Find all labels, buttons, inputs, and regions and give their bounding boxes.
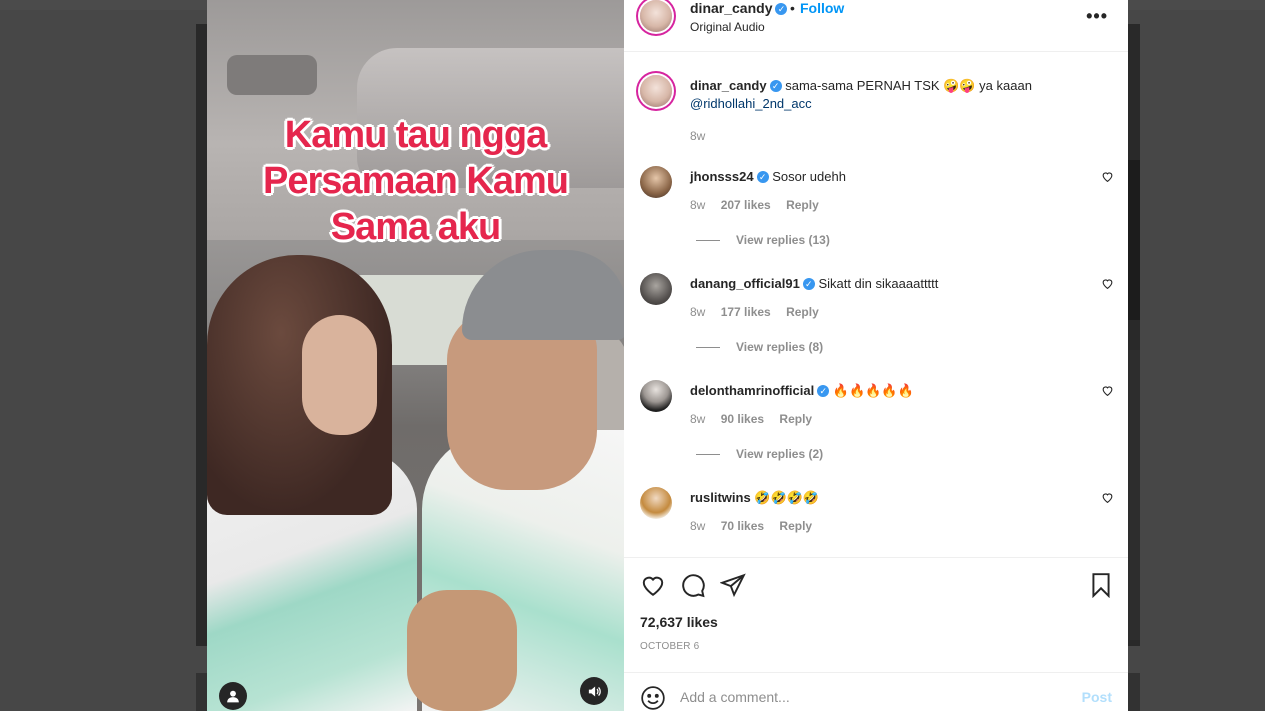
comment-time[interactable]: 8w (690, 305, 705, 319)
caption: dinar_candy ✓ sama-sama PERNAH TSK 🤪🤪 ya … (690, 77, 1090, 113)
comment-reply-button[interactable]: Reply (786, 305, 819, 319)
comment-reply-button[interactable]: Reply (786, 198, 819, 212)
post-date[interactable]: OCTOBER 6 (640, 641, 699, 652)
user-icon (227, 690, 239, 703)
comment-avatar[interactable] (640, 380, 672, 412)
tagged-users-button[interactable] (219, 682, 247, 710)
author-avatar[interactable] (640, 0, 672, 32)
comment-body: Sikatt din sikaaaattttt (818, 276, 939, 291)
heart-icon[interactable] (1101, 277, 1114, 290)
post-actions: 72,637 likes OCTOBER 6 (624, 557, 1128, 672)
follow-button[interactable]: Follow (800, 0, 844, 16)
bookmark-icon[interactable] (1088, 572, 1114, 598)
verified-badge-icon: ✓ (769, 80, 782, 92)
comments-list[interactable]: dinar_candy ✓ sama-sama PERNAH TSK 🤪🤪 ya … (624, 53, 1128, 557)
comment-input[interactable] (680, 685, 1060, 709)
separator-dot: • (790, 0, 795, 16)
video-overlay-text: Kamu tau ngga Persamaan Kamu Sama aku (207, 112, 624, 250)
background-feed-right-image-2 (1128, 350, 1140, 640)
comment-text: jhonsss24 ✓ Sosor udehh (690, 168, 1080, 186)
comment-item: ruslitwins 🤣🤣🤣🤣 8w 70 likes Reply (624, 487, 1128, 557)
likes-count[interactable]: 72,637 likes (640, 614, 718, 630)
caption-author-avatar[interactable] (640, 75, 672, 107)
comment-meta: 8w 70 likes Reply (690, 519, 824, 533)
view-replies-button[interactable]: View replies (2) (696, 447, 823, 461)
like-heart-icon[interactable] (640, 572, 666, 598)
view-replies-button[interactable]: View replies (8) (696, 340, 823, 354)
caption-timestamp[interactable]: 8w (690, 129, 705, 143)
comment-username[interactable]: ruslitwins (690, 490, 751, 505)
more-horizontal-icon[interactable]: ••• (1086, 6, 1108, 27)
comment-meta: 8w 207 likes Reply (690, 198, 831, 212)
author-username-text[interactable]: dinar_candy (690, 0, 772, 16)
comment-username[interactable]: jhonsss24 (690, 169, 754, 184)
comment-likes[interactable]: 177 likes (721, 305, 771, 319)
video-person-left-face (302, 315, 377, 435)
post-comment-button[interactable]: Post (1082, 689, 1112, 705)
comment-username[interactable]: delonthamrinofficial (690, 383, 814, 398)
share-paper-plane-icon[interactable] (720, 572, 746, 598)
heart-icon[interactable] (1101, 491, 1114, 504)
post-video[interactable]: Kamu tau ngga Persamaan Kamu Sama aku (207, 0, 624, 711)
comment-likes[interactable]: 70 likes (721, 519, 764, 533)
view-replies-button[interactable]: View replies (13) (696, 233, 830, 247)
author-username[interactable]: dinar_candy ✓ (690, 0, 788, 16)
heart-icon[interactable] (1101, 384, 1114, 397)
comment-item: jhonsss24 ✓ Sosor udehh 8w 207 likes Repl… (624, 166, 1128, 266)
comment-reply-button[interactable]: Reply (779, 412, 812, 426)
verified-badge-icon: ✓ (756, 171, 769, 183)
post-details-panel: dinar_candy ✓ • Follow Original Audio •••… (624, 0, 1128, 711)
overlay-line: Sama aku (330, 206, 501, 248)
verified-badge-icon: ✓ (817, 385, 830, 397)
comment-body: Sosor udehh (772, 169, 846, 184)
comment-time[interactable]: 8w (690, 519, 705, 533)
comment-time[interactable]: 8w (690, 198, 705, 212)
comment-text: delonthamrinofficial ✓ 🔥🔥🔥🔥🔥 (690, 382, 1080, 400)
caption-mention-link[interactable]: @ridhollahi_2nd_acc (690, 96, 812, 111)
comment-body: 🤣🤣🤣🤣 (754, 490, 820, 505)
comment-item: delonthamrinofficial ✓ 🔥🔥🔥🔥🔥 8w 90 likes … (624, 380, 1128, 480)
audio-link[interactable]: Original Audio (690, 20, 765, 34)
comment-meta: 8w 177 likes Reply (690, 305, 831, 319)
comment-text: ruslitwins 🤣🤣🤣🤣 (690, 489, 1080, 507)
comment-meta: 8w 90 likes Reply (690, 412, 824, 426)
comment-body: 🔥🔥🔥🔥🔥 (832, 383, 914, 398)
verified-badge-icon: ✓ (775, 3, 788, 15)
comment-avatar[interactable] (640, 166, 672, 198)
overlay-line: Persamaan Kamu (263, 160, 569, 202)
caption-body: sama-sama PERNAH TSK 🤪🤪 ya kaaan (785, 78, 1032, 93)
audio-toggle-button[interactable] (580, 677, 608, 705)
comment-text: danang_official91 ✓ Sikatt din sikaaaattt… (690, 275, 1080, 293)
heart-icon[interactable] (1101, 170, 1114, 183)
video-scene-handle (227, 55, 317, 95)
verified-badge-icon: ✓ (802, 278, 815, 290)
video-person-right-cap (462, 250, 624, 340)
speaker-icon (588, 686, 601, 696)
background-feed-right-image (1128, 160, 1140, 320)
comment-likes[interactable]: 90 likes (721, 412, 764, 426)
comment-item: danang_official91 ✓ Sikatt din sikaaaattt… (624, 273, 1128, 373)
comment-avatar[interactable] (640, 487, 672, 519)
add-comment-bar: Post (624, 672, 1128, 711)
comment-bubble-icon[interactable] (680, 572, 706, 598)
comment-reply-button[interactable]: Reply (779, 519, 812, 533)
comment-likes[interactable]: 207 likes (721, 198, 771, 212)
caption-username[interactable]: dinar_candy (690, 78, 767, 93)
video-person-arm (407, 590, 517, 711)
post-header: dinar_candy ✓ • Follow Original Audio ••• (624, 0, 1128, 52)
comment-avatar[interactable] (640, 273, 672, 305)
comment-time[interactable]: 8w (690, 412, 705, 426)
overlay-line: Kamu tau ngga (284, 114, 547, 156)
emoji-icon[interactable] (640, 685, 666, 711)
comment-username[interactable]: danang_official91 (690, 276, 800, 291)
